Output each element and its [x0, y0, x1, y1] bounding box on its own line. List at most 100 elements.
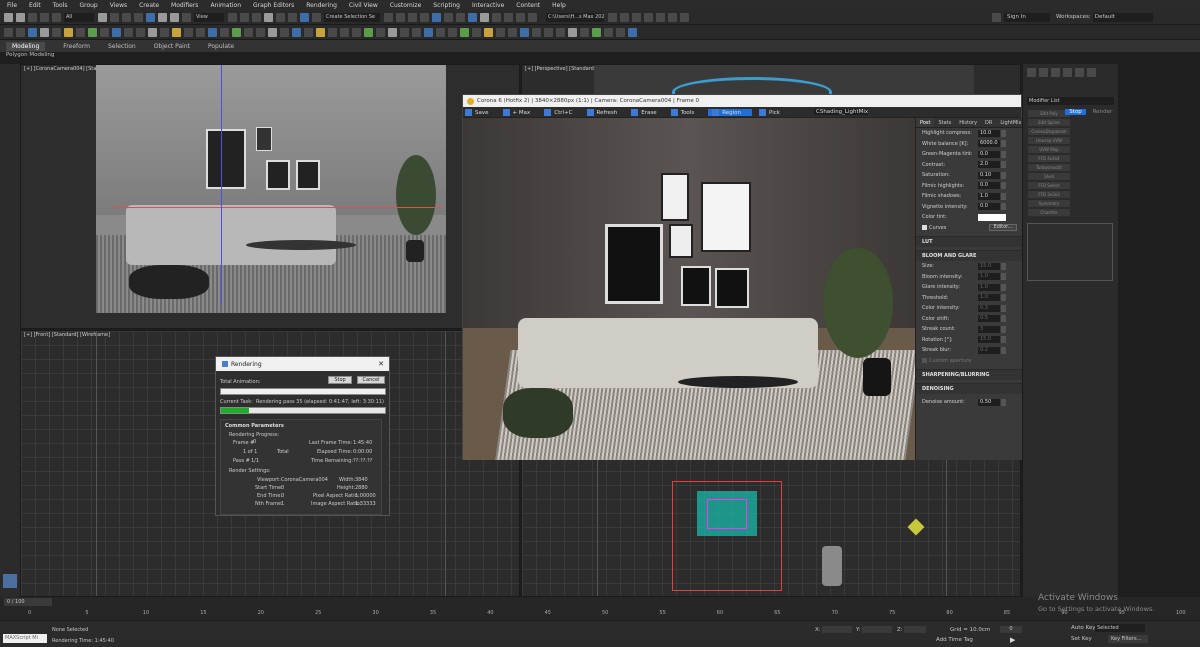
render-cloud-icon[interactable]: [516, 12, 525, 22]
tool-35-icon[interactable]: [424, 27, 433, 37]
rect-select-icon[interactable]: [122, 12, 131, 22]
placement-icon[interactable]: [182, 12, 191, 22]
spinner-icon[interactable]: [1001, 273, 1006, 281]
tool-36-icon[interactable]: [436, 27, 445, 37]
spinner-icon[interactable]: [1001, 161, 1006, 169]
window-crossing-icon[interactable]: [134, 12, 143, 22]
spinner-icon[interactable]: [1001, 171, 1006, 179]
render-production-icon[interactable]: [504, 12, 513, 22]
toggle-scene-explorer-icon[interactable]: [408, 12, 417, 22]
sharpen-section[interactable]: SHARPENING/BLURRING: [916, 369, 1022, 380]
corona-pick-button[interactable]: Pick: [759, 108, 787, 116]
move-icon[interactable]: [146, 12, 155, 22]
open-file-icon[interactable]: [632, 12, 641, 22]
modifier-button-edit-spline[interactable]: Edit Spline: [1028, 119, 1070, 126]
param-input[interactable]: 0.5: [978, 315, 1000, 323]
render-setup-icon[interactable]: [480, 12, 489, 22]
tool-19-icon[interactable]: [232, 27, 241, 37]
tool-8-icon[interactable]: [100, 27, 109, 37]
modifier-button-chamfer[interactable]: Chamfer: [1028, 209, 1070, 216]
menu-rendering[interactable]: Rendering: [306, 2, 337, 9]
lightmix-select[interactable]: CShading_LightMix: [813, 109, 869, 115]
menu-content[interactable]: Content: [516, 2, 540, 9]
tool-6-icon[interactable]: [76, 27, 85, 37]
tool-10-icon[interactable]: [124, 27, 133, 37]
rotate-icon[interactable]: [158, 12, 167, 22]
select-icon[interactable]: [98, 12, 107, 22]
color-tint-swatch[interactable]: [978, 213, 1006, 221]
tool-30-icon[interactable]: [364, 27, 373, 37]
lut-section[interactable]: LUT: [916, 236, 1022, 247]
tool-41-icon[interactable]: [496, 27, 505, 37]
modifier-list-select[interactable]: Modifier List: [1027, 97, 1114, 105]
graphite-tools-icon[interactable]: [432, 12, 441, 22]
tool-49-icon[interactable]: [592, 27, 601, 37]
timeline[interactable]: 0 / 100 0 5 10 15 20 25 30 35 40 45 50 55 60 65 70 75 80…: [0, 597, 1200, 620]
close-icon[interactable]: ✕: [378, 360, 384, 368]
tool-21-icon[interactable]: [256, 27, 265, 37]
tool-29-icon[interactable]: [352, 27, 361, 37]
tool-7-icon[interactable]: [88, 27, 97, 37]
tool-48-icon[interactable]: [580, 27, 589, 37]
project-folder-icon[interactable]: [620, 12, 629, 22]
corona-tab-post[interactable]: Post: [916, 118, 935, 127]
utilities-tab-icon[interactable]: [1087, 68, 1096, 77]
hold-icon[interactable]: [656, 12, 665, 22]
setup-icon[interactable]: [680, 12, 689, 22]
tool-12-icon[interactable]: [148, 27, 157, 37]
corona-stop-button[interactable]: Stop: [1065, 109, 1086, 115]
param-input[interactable]: 2.0: [978, 161, 1000, 169]
selection-set-select[interactable]: Create Selection Se: [324, 12, 380, 22]
align-icon[interactable]: [396, 12, 405, 22]
create-tab-icon[interactable]: [1027, 68, 1036, 77]
spinner-snap-icon[interactable]: [300, 12, 309, 22]
tool-0-icon[interactable]: [4, 27, 13, 37]
viewport-camera[interactable]: [+] [CoronaCamera004] [Standard] [Defaul…: [20, 64, 520, 329]
rendered-frame-icon[interactable]: [492, 12, 501, 22]
tool-33-icon[interactable]: [400, 27, 409, 37]
corona-tab-dr[interactable]: DR: [981, 118, 996, 127]
menu-customize[interactable]: Customize: [390, 2, 422, 9]
modifier-button-symmetry[interactable]: Symmetry: [1028, 200, 1070, 207]
menu-modifiers[interactable]: Modifiers: [171, 2, 198, 9]
tool-13-icon[interactable]: [160, 27, 169, 37]
tool-42-icon[interactable]: [508, 27, 517, 37]
current-frame-field[interactable]: 0: [1000, 626, 1022, 633]
menu-scripting[interactable]: Scripting: [433, 2, 460, 9]
view-filter-select[interactable]: All: [64, 12, 94, 22]
param-input[interactable]: 0.0: [978, 150, 1000, 158]
param-input[interactable]: 0.2: [978, 346, 1000, 354]
param-input[interactable]: 3: [978, 325, 1000, 333]
corona-ctrl-c-button[interactable]: Ctrl+C: [544, 108, 579, 116]
scale-icon[interactable]: [170, 12, 179, 22]
x-coord-field[interactable]: [822, 626, 852, 633]
spinner-icon[interactable]: [1001, 294, 1006, 302]
cancel-button[interactable]: Cancel: [357, 376, 385, 384]
add-time-tag-button[interactable]: Add Time Tag: [936, 637, 973, 643]
tool-28-icon[interactable]: [340, 27, 349, 37]
spinner-icon[interactable]: [1001, 203, 1006, 211]
corona-max-button[interactable]: + Max: [502, 108, 538, 116]
menu-edit[interactable]: Edit: [29, 2, 41, 9]
coord-system-select[interactable]: View: [194, 12, 224, 22]
play-icon[interactable]: ▶: [1010, 636, 1015, 644]
spinner-icon[interactable]: [1001, 336, 1006, 344]
auto-key-button[interactable]: Auto Key: [1071, 625, 1096, 631]
tool-4-icon[interactable]: [52, 27, 61, 37]
bloom-section[interactable]: BLOOM AND GLARE: [916, 250, 1022, 261]
sign-in-button[interactable]: Sign In: [1004, 12, 1050, 22]
tool-25-icon[interactable]: [304, 27, 313, 37]
spinner-icon[interactable]: [1001, 129, 1006, 137]
link-icon[interactable]: [28, 12, 37, 22]
spinner-icon[interactable]: [1001, 140, 1006, 148]
tool-38-icon[interactable]: [460, 27, 469, 37]
tool-40-icon[interactable]: [484, 27, 493, 37]
custom-aperture-checkbox[interactable]: [922, 358, 927, 364]
scene-explorer-icon[interactable]: [3, 574, 17, 588]
edit-named-sets-icon[interactable]: [312, 12, 321, 22]
tool-34-icon[interactable]: [412, 27, 421, 37]
menu-tools[interactable]: Tools: [53, 2, 68, 9]
curves-editor-button[interactable]: Editor...: [989, 224, 1017, 232]
save-file-icon[interactable]: [644, 12, 653, 22]
tool-11-icon[interactable]: [136, 27, 145, 37]
